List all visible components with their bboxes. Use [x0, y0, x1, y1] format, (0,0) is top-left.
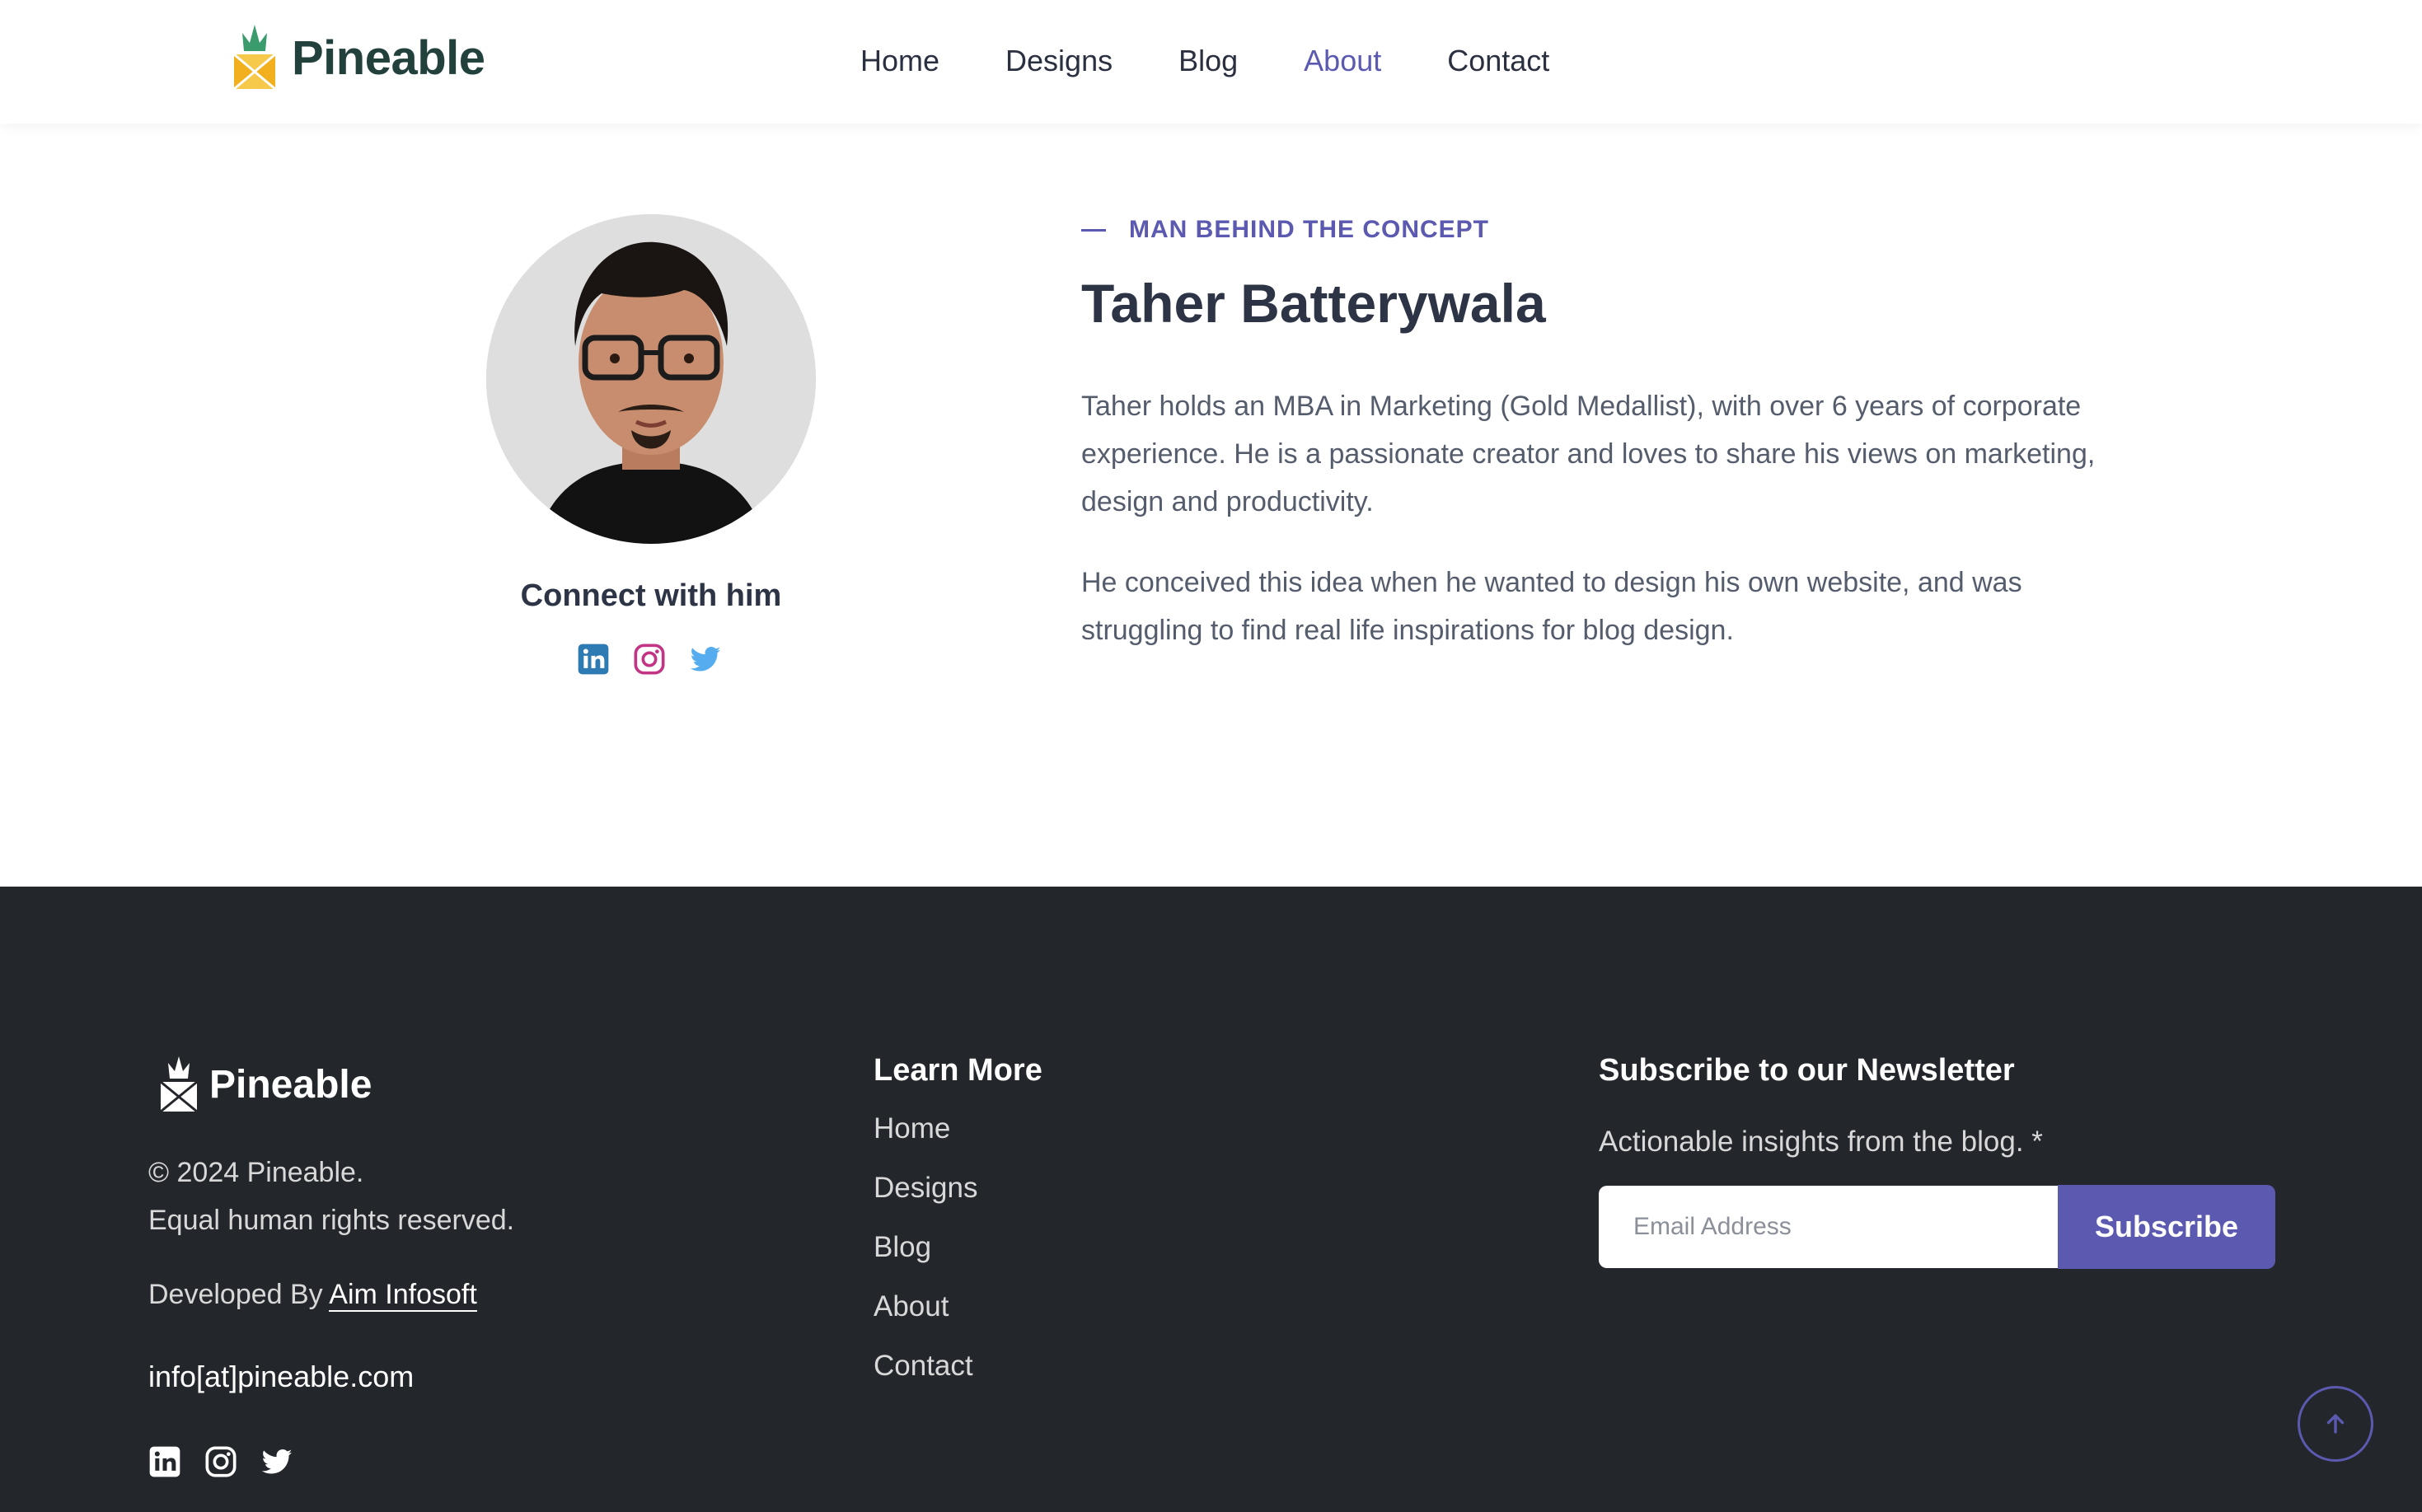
- footer-social-links: [148, 1445, 316, 1478]
- learn-more-title: Learn More: [874, 1053, 1042, 1088]
- avatar: [486, 214, 816, 544]
- copyright-line: © 2024 Pineable.: [148, 1157, 364, 1188]
- footer-link-contact[interactable]: Contact: [874, 1345, 977, 1404]
- footer-brand-logo[interactable]: Pineable: [158, 1056, 372, 1112]
- email-input[interactable]: [1599, 1186, 2058, 1268]
- rights-line: Equal human rights reserved.: [148, 1205, 515, 1236]
- learn-more-list: Home Designs Blog About Contact: [874, 1107, 977, 1404]
- about-section: Connect with him MAN BEHIND THE CONCEPT …: [0, 124, 2422, 887]
- nav-designs[interactable]: Designs: [1005, 40, 1113, 82]
- footer-copyright: © 2024 Pineable. Equal human rights rese…: [148, 1149, 514, 1244]
- nav-about[interactable]: About: [1304, 40, 1381, 82]
- footer-brand-name: Pineable: [209, 1062, 372, 1107]
- connect-title: Connect with him: [520, 578, 782, 613]
- brand-name: Pineable: [292, 30, 485, 85]
- author-name: Taher Batterywala: [1081, 273, 1546, 334]
- subscribe-button[interactable]: Subscribe: [2058, 1185, 2275, 1269]
- newsletter-title: Subscribe to our Newsletter: [1599, 1053, 2015, 1088]
- main-nav: Home Designs Blog About Contact: [860, 40, 1615, 82]
- pineapple-logo-icon: [160, 1056, 198, 1112]
- footer-link-blog[interactable]: Blog: [874, 1226, 977, 1285]
- nav-contact[interactable]: Contact: [1447, 40, 1549, 82]
- site-footer: Pineable © 2024 Pineable. Equal human ri…: [0, 887, 2422, 1512]
- linkedin-icon[interactable]: [148, 1445, 181, 1478]
- arrow-up-icon: [2326, 1414, 2345, 1434]
- eyebrow-text: MAN BEHIND THE CONCEPT: [1129, 216, 1490, 243]
- newsletter-form: Subscribe: [1599, 1185, 2275, 1269]
- author-social-links: [577, 643, 745, 676]
- nav-blog[interactable]: Blog: [1178, 40, 1238, 82]
- instagram-icon[interactable]: [633, 643, 666, 676]
- twitter-icon[interactable]: [260, 1445, 293, 1478]
- scroll-to-top-button[interactable]: [2298, 1386, 2373, 1462]
- footer-link-designs[interactable]: Designs: [874, 1167, 977, 1226]
- site-header: Pineable Home Designs Blog About Contact: [0, 0, 2422, 124]
- footer-email[interactable]: info[at]pineable.com: [148, 1360, 414, 1394]
- section-eyebrow: MAN BEHIND THE CONCEPT: [1081, 216, 1489, 244]
- brand-logo[interactable]: Pineable: [231, 25, 485, 91]
- instagram-icon[interactable]: [204, 1445, 237, 1478]
- author-bio-paragraph-1: Taher holds an MBA in Marketing (Gold Me…: [1081, 391, 2096, 517]
- newsletter-subtitle: Actionable insights from the blog. *: [1599, 1126, 2043, 1158]
- author-bio-paragraph-2: He conceived this idea when he wanted to…: [1081, 567, 2022, 646]
- pineapple-logo-icon: [233, 25, 276, 91]
- developed-by-label: Developed By: [148, 1279, 323, 1310]
- developer-link[interactable]: Aim Infosoft: [329, 1279, 477, 1312]
- twitter-icon[interactable]: [689, 643, 722, 676]
- footer-link-about[interactable]: About: [874, 1285, 977, 1345]
- developed-by: Developed By Aim Infosoft: [148, 1279, 477, 1312]
- nav-home[interactable]: Home: [860, 40, 939, 82]
- eyebrow-dash: [1081, 228, 1106, 232]
- footer-link-home[interactable]: Home: [874, 1107, 977, 1167]
- portrait-image: [486, 214, 816, 544]
- linkedin-icon[interactable]: [577, 643, 610, 676]
